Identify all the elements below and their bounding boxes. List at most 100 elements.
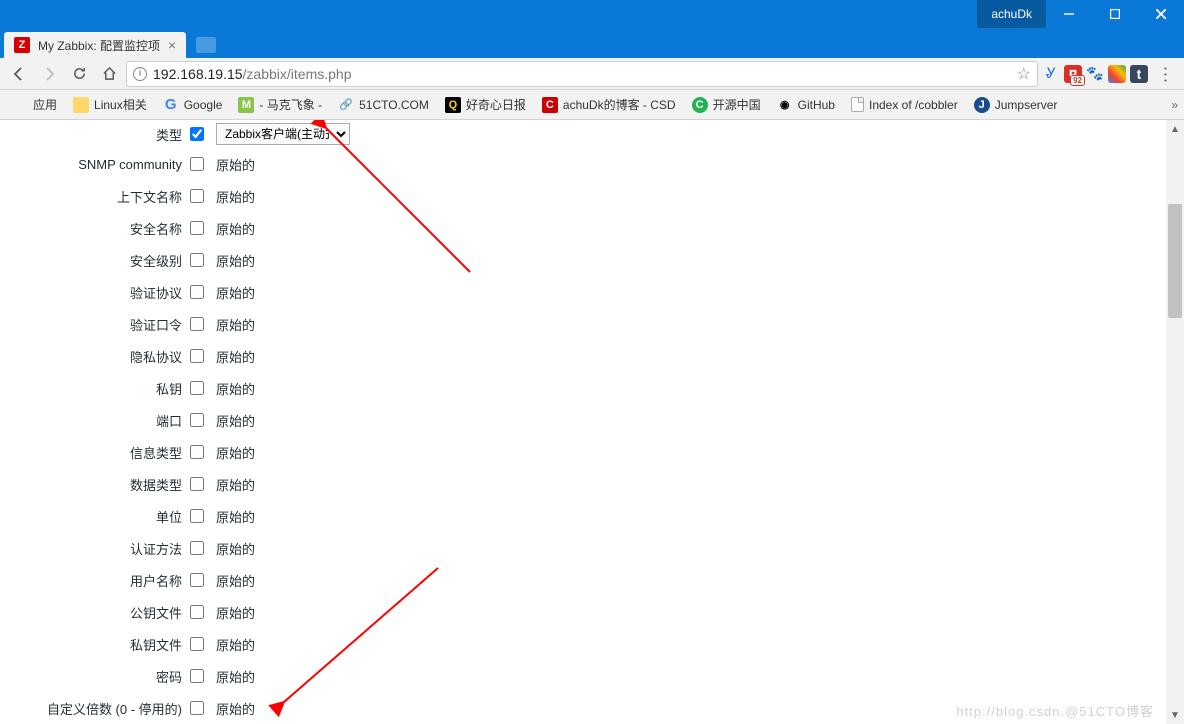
extension-icon-1[interactable]: Ꮍ	[1042, 65, 1060, 83]
item-form: 类型 Zabbix客户端(主动式) SNMP community 原始的 上下文名…	[0, 120, 1184, 724]
checkbox-authpass[interactable]	[190, 317, 204, 331]
checkbox-datatype[interactable]	[190, 477, 204, 491]
label-units: 单位	[0, 507, 190, 526]
chrome-user-chip[interactable]: achuDk	[977, 0, 1046, 28]
zabbix-favicon: Z	[14, 37, 30, 53]
value-units: 原始的	[216, 507, 255, 526]
extension-icon-5[interactable]: t	[1130, 65, 1148, 83]
oschina-icon: C	[692, 97, 708, 113]
label-privkeyfile: 私钥文件	[0, 635, 190, 654]
checkbox-password[interactable]	[190, 669, 204, 683]
site-info-icon[interactable]: i	[133, 67, 147, 81]
label-seclevel: 安全级别	[0, 251, 190, 270]
checkbox-snmp[interactable]	[190, 157, 204, 171]
reload-button[interactable]	[66, 61, 92, 87]
label-password: 密码	[0, 667, 190, 686]
checkbox-context[interactable]	[190, 189, 204, 203]
window-minimize[interactable]	[1046, 0, 1092, 28]
address-bar[interactable]: i 192.168.19.15/zabbix/items.php ☆	[126, 61, 1038, 87]
checkbox-authmethod[interactable]	[190, 541, 204, 555]
github-icon: ◉	[777, 97, 793, 113]
bookmark-github[interactable]: ◉GitHub	[771, 94, 841, 116]
value-datatype: 原始的	[216, 475, 255, 494]
checkbox-port[interactable]	[190, 413, 204, 427]
browser-tab[interactable]: Z My Zabbix: 配置监控项 ×	[4, 32, 186, 58]
label-multiplier: 自定义倍数 (0 - 停用的)	[0, 699, 190, 718]
bookmark-51cto[interactable]: 🔗51CTO.COM	[332, 94, 435, 116]
new-tab-button[interactable]	[196, 37, 216, 53]
bookmark-star-icon[interactable]: ☆	[1017, 64, 1031, 84]
browser-menu[interactable]: ⋯	[1152, 61, 1178, 87]
checkbox-pubkey[interactable]	[190, 605, 204, 619]
value-password: 原始的	[216, 667, 255, 686]
label-context: 上下文名称	[0, 187, 190, 206]
extension-icon-3[interactable]: 🐾	[1086, 65, 1104, 83]
checkbox-type[interactable]	[190, 127, 204, 141]
checkbox-privproto[interactable]	[190, 349, 204, 363]
checkbox-units[interactable]	[190, 509, 204, 523]
close-icon[interactable]: ×	[168, 37, 176, 53]
bookmark-cobbler[interactable]: Index of /cobbler	[845, 94, 964, 115]
label-port: 端口	[0, 411, 190, 430]
page-content: ▲ ▼ 类型 Zabbix客户端(主动式) SNMP community原始的 …	[0, 120, 1184, 724]
label-username: 用户名称	[0, 571, 190, 590]
value-privkey: 原始的	[216, 379, 255, 398]
label-privproto: 隐私协议	[0, 347, 190, 366]
url-text: 192.168.19.15/zabbix/items.php	[153, 66, 1011, 82]
google-icon: G	[163, 97, 179, 113]
bookmark-qdaily[interactable]: Q好奇心日报	[439, 93, 532, 116]
link-icon: 🔗	[338, 97, 354, 113]
label-infotype: 信息类型	[0, 443, 190, 462]
bookmark-csdn[interactable]: CachuDk的博客 - CSD	[536, 93, 682, 116]
label-authmethod: 认证方法	[0, 539, 190, 558]
browser-toolbar: i 192.168.19.15/zabbix/items.php ☆ Ꮍ 🞓92…	[0, 58, 1184, 90]
checkbox-username[interactable]	[190, 573, 204, 587]
apps-shortcut[interactable]: 应用	[6, 93, 63, 116]
value-port: 原始的	[216, 411, 255, 430]
window-maximize[interactable]	[1092, 0, 1138, 28]
select-type[interactable]: Zabbix客户端(主动式)	[216, 123, 350, 145]
back-button[interactable]	[6, 61, 32, 87]
value-seclevel: 原始的	[216, 251, 255, 270]
label-secname: 安全名称	[0, 219, 190, 238]
value-authmethod: 原始的	[216, 539, 255, 558]
bookmark-google[interactable]: GGoogle	[157, 94, 229, 116]
value-privkeyfile: 原始的	[216, 635, 255, 654]
label-pubkey: 公钥文件	[0, 603, 190, 622]
label-privkey: 私钥	[0, 379, 190, 398]
label-snmp: SNMP community	[0, 157, 190, 172]
bookmark-oschina[interactable]: C开源中国	[686, 93, 767, 116]
checkbox-privkey[interactable]	[190, 381, 204, 395]
checkbox-secname[interactable]	[190, 221, 204, 235]
apps-icon	[12, 97, 28, 113]
value-username: 原始的	[216, 571, 255, 590]
checkbox-infotype[interactable]	[190, 445, 204, 459]
bookmarks-overflow[interactable]: »	[1171, 98, 1178, 112]
bookmark-maxiang[interactable]: M- 马克飞象 -	[232, 93, 328, 116]
jumpserver-icon: J	[974, 97, 990, 113]
window-close[interactable]	[1138, 0, 1184, 28]
checkbox-authproto[interactable]	[190, 285, 204, 299]
extension-icon-2[interactable]: 🞓92	[1064, 65, 1082, 83]
label-type: 类型	[0, 125, 190, 144]
window-titlebar: achuDk	[0, 0, 1184, 28]
bookmark-linux[interactable]: Linux相关	[67, 93, 153, 116]
csdn-icon: C	[542, 97, 558, 113]
checkbox-seclevel[interactable]	[190, 253, 204, 267]
home-button[interactable]	[96, 61, 122, 87]
label-authproto: 验证协议	[0, 283, 190, 302]
extension-icon-4[interactable]	[1108, 65, 1126, 83]
tab-title: My Zabbix: 配置监控项	[38, 37, 160, 54]
label-datatype: 数据类型	[0, 475, 190, 494]
checkbox-privkeyfile[interactable]	[190, 637, 204, 651]
folder-icon	[73, 97, 89, 113]
value-authpass: 原始的	[216, 315, 255, 334]
watermark-text: http://blog.csdn.@51CTO博客	[956, 701, 1154, 720]
value-secname: 原始的	[216, 219, 255, 238]
value-multiplier: 原始的	[216, 699, 255, 718]
bookmark-jumpserver[interactable]: JJumpserver	[968, 94, 1064, 116]
value-snmp: 原始的	[216, 155, 255, 174]
checkbox-multiplier[interactable]	[190, 701, 204, 715]
label-authpass: 验证口令	[0, 315, 190, 334]
value-infotype: 原始的	[216, 443, 255, 462]
